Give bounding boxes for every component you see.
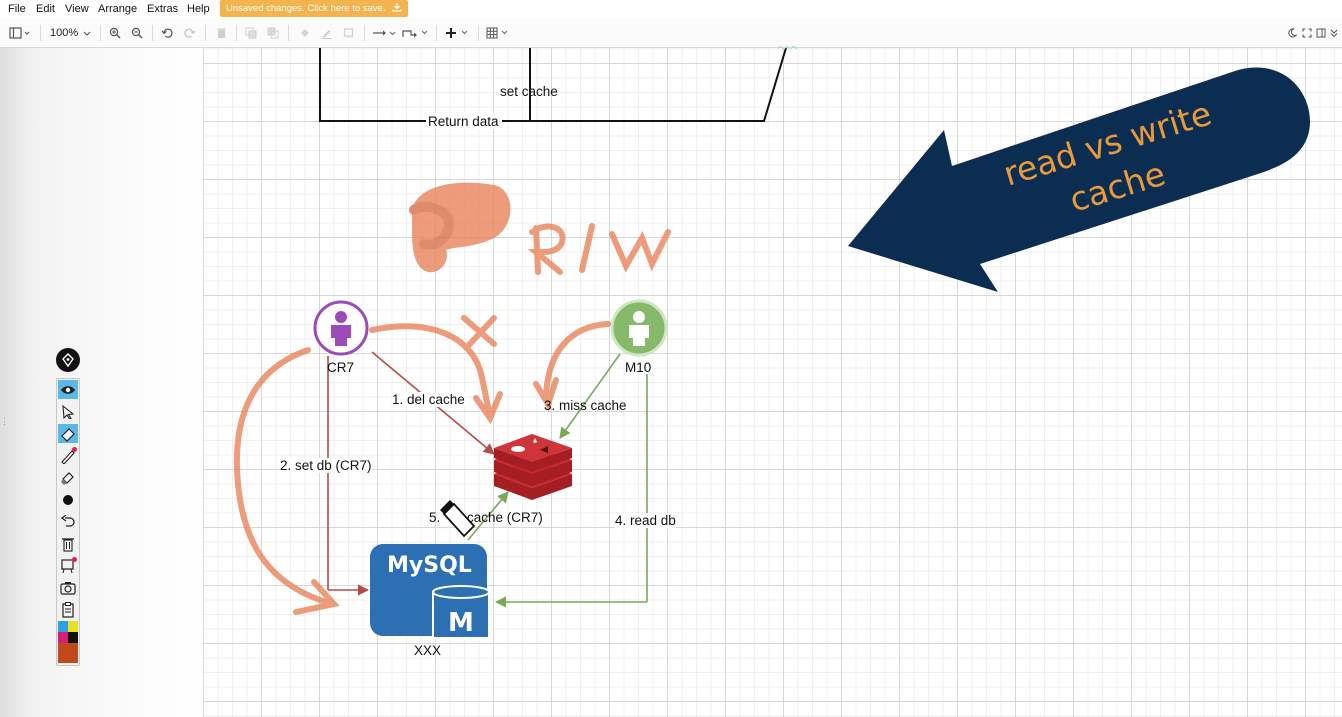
- drawing-tools-palette: [56, 378, 80, 666]
- del-cache-label: 1. del cache: [392, 392, 465, 407]
- read-db-label: 4. read db: [615, 513, 676, 528]
- pen-tool-logo[interactable]: [56, 348, 80, 372]
- undo-stroke-tool[interactable]: [58, 512, 78, 531]
- cr7-label: CR7: [327, 360, 355, 375]
- partial-top-label: XXX: [777, 46, 798, 52]
- diagram-drawing: MySQL M read vs write cache: [233, 47, 1311, 639]
- clipboard-tool[interactable]: [58, 600, 78, 619]
- m10-label: M10: [625, 360, 652, 375]
- screenshot-tool[interactable]: [58, 578, 78, 597]
- eraser-tool[interactable]: [58, 424, 78, 443]
- swatch-yellow[interactable]: [68, 621, 78, 632]
- return-data-label: Return data: [428, 114, 499, 129]
- mysql-icon[interactable]: MySQL M: [370, 544, 490, 639]
- camera-icon: [60, 581, 76, 595]
- active-dot-icon: [72, 557, 77, 562]
- highlighter-tool[interactable]: [58, 468, 78, 487]
- dot-icon: [63, 494, 73, 505]
- redis-icon[interactable]: [494, 434, 572, 500]
- swatch-magenta[interactable]: [58, 632, 68, 643]
- eraser-icon: [61, 427, 75, 442]
- clipboard-icon: [62, 601, 74, 618]
- clear-tool[interactable]: [58, 534, 78, 553]
- highlighter-icon: [61, 471, 74, 485]
- visibility-tool[interactable]: [58, 380, 78, 399]
- swatch-black[interactable]: [68, 632, 78, 643]
- set-cache-label: set cache: [500, 84, 558, 99]
- current-color-swatch[interactable]: [58, 643, 78, 663]
- step5-number-label: 5.: [429, 510, 441, 525]
- xxx-label: XXX: [414, 643, 442, 658]
- eye-icon: [61, 385, 75, 394]
- active-dot-icon: [72, 447, 77, 452]
- cr7-user-icon[interactable]: [313, 300, 369, 356]
- mysql-logo-word: MySQL: [387, 553, 472, 578]
- brush-size-tool[interactable]: [58, 490, 78, 509]
- mysql-logo-letter: M: [448, 608, 474, 638]
- trash-icon: [62, 537, 74, 552]
- swatch-blue[interactable]: [58, 621, 68, 632]
- read-vs-write-banner: read vs write cache: [848, 67, 1311, 292]
- step5-cache-label: cache (CR7): [467, 510, 543, 525]
- set-db-label: 2. set db (CR7): [280, 458, 372, 473]
- pen-nib-icon: [62, 353, 74, 367]
- undo-icon: [60, 514, 75, 527]
- cursor-arrow-icon: [62, 404, 75, 419]
- pen-tool[interactable]: [58, 446, 78, 465]
- select-tool[interactable]: [58, 402, 78, 421]
- m10-user-icon[interactable]: [610, 299, 668, 357]
- miss-cache-label: 3. miss cache: [544, 398, 627, 413]
- board-tool[interactable]: [58, 556, 78, 575]
- color-swatches: [58, 621, 78, 643]
